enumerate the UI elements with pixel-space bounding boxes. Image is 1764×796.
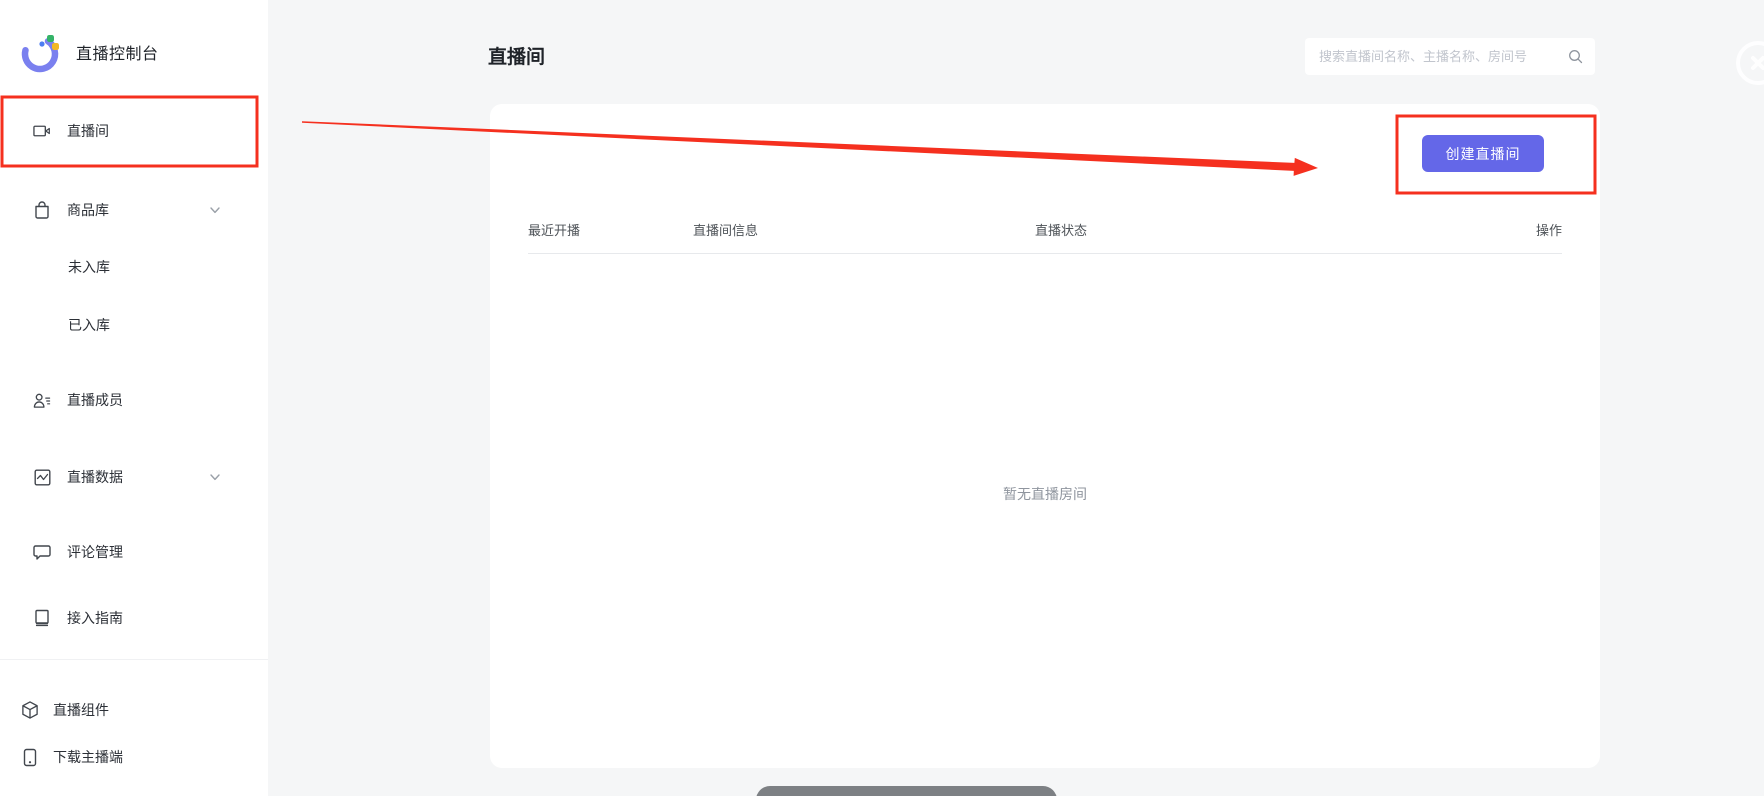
empty-state-text: 暂无直播房间 bbox=[490, 484, 1600, 504]
video-camera-icon bbox=[33, 122, 51, 140]
sidebar-item-products[interactable]: 商品库 bbox=[0, 190, 268, 230]
sidebar-item-label: 下载主播端 bbox=[53, 747, 123, 767]
sidebar-item-label: 直播间 bbox=[67, 121, 109, 141]
column-header-room-info: 直播间信息 bbox=[693, 220, 758, 239]
sidebar-divider bbox=[0, 659, 268, 660]
column-header-live-status: 直播状态 bbox=[1035, 220, 1087, 239]
search-input[interactable] bbox=[1305, 49, 1568, 64]
sidebar-item-label: 接入指南 bbox=[67, 608, 123, 628]
toast-fragment bbox=[756, 786, 1057, 796]
sidebar-item-guide[interactable]: 接入指南 bbox=[0, 598, 268, 638]
sidebar-item-data[interactable]: 直播数据 bbox=[0, 457, 268, 497]
sidebar-item-label: 未入库 bbox=[68, 257, 110, 277]
chevron-down-icon[interactable] bbox=[208, 470, 222, 489]
sidebar-item-members[interactable]: 直播成员 bbox=[0, 380, 268, 420]
brand: 直播控制台 bbox=[19, 30, 159, 74]
page-title: 直播间 bbox=[488, 42, 545, 69]
chart-icon bbox=[33, 468, 51, 486]
live-room-list-card: 创建直播间 最近开播 直播间信息 直播状态 操作 暂无直播房间 bbox=[490, 104, 1600, 768]
member-icon bbox=[33, 391, 51, 409]
column-header-actions: 操作 bbox=[1536, 220, 1562, 239]
guide-book-icon bbox=[33, 609, 51, 627]
sidebar-item-comments[interactable]: 评论管理 bbox=[0, 532, 268, 572]
sidebar-item-label: 直播成员 bbox=[67, 390, 123, 410]
cube-icon bbox=[21, 701, 39, 719]
sidebar-item-download-host-app[interactable]: 下载主播端 bbox=[0, 737, 268, 777]
sidebar: 直播控制台 直播间 商品库 bbox=[0, 0, 268, 796]
app-title: 直播控制台 bbox=[76, 40, 159, 64]
sidebar-item-label: 直播组件 bbox=[53, 700, 109, 720]
create-live-room-button[interactable]: 创建直播间 bbox=[1422, 135, 1544, 172]
sidebar-item-label: 已入库 bbox=[68, 315, 110, 335]
sidebar-item-not-in-stock[interactable]: 未入库 bbox=[0, 247, 268, 287]
table-header-divider bbox=[528, 253, 1562, 254]
close-icon[interactable] bbox=[1736, 41, 1764, 85]
sidebar-item-components[interactable]: 直播组件 bbox=[0, 690, 268, 730]
chevron-down-icon[interactable] bbox=[208, 203, 222, 222]
search-icon[interactable] bbox=[1568, 49, 1583, 64]
app-logo-icon bbox=[19, 30, 63, 74]
column-header-recent-broadcast: 最近开播 bbox=[528, 220, 580, 239]
sidebar-item-live-room[interactable]: 直播间 bbox=[0, 111, 268, 151]
live-console-app: 直播控制台 直播间 商品库 bbox=[0, 0, 1764, 796]
comment-icon bbox=[33, 543, 51, 561]
search-box bbox=[1305, 38, 1595, 75]
phone-icon bbox=[21, 748, 39, 766]
sidebar-item-label: 评论管理 bbox=[67, 542, 123, 562]
sidebar-item-in-stock[interactable]: 已入库 bbox=[0, 305, 268, 345]
shopping-bag-icon bbox=[33, 201, 51, 219]
sidebar-item-label: 商品库 bbox=[67, 200, 109, 220]
sidebar-item-label: 直播数据 bbox=[67, 467, 123, 487]
